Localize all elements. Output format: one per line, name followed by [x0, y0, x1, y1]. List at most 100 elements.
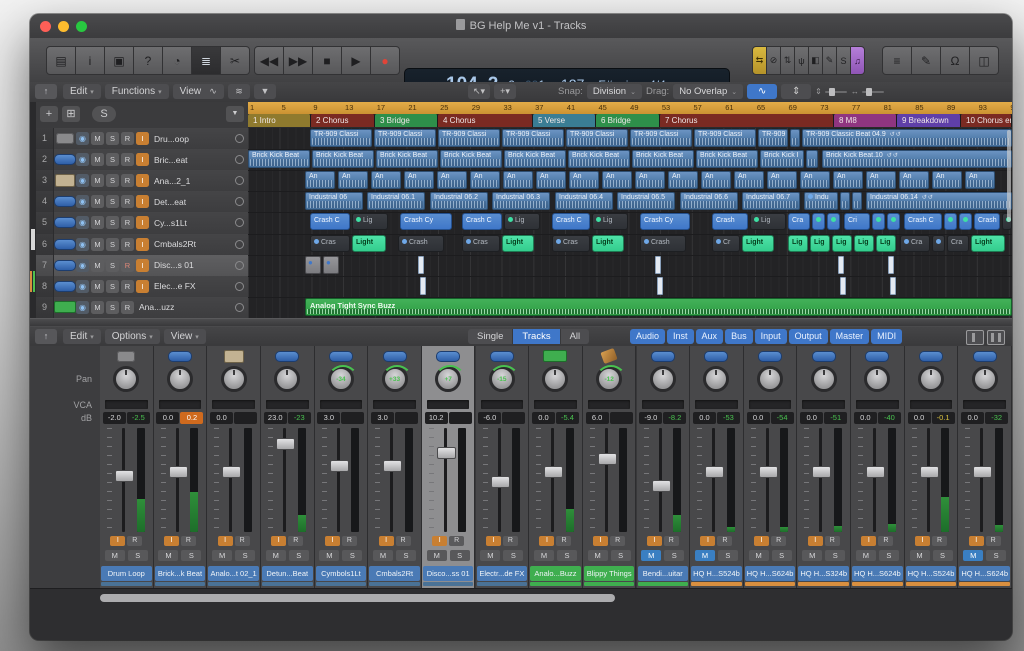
- loop-browser-button[interactable]: Ω: [941, 46, 970, 75]
- vca-slot[interactable]: [480, 400, 524, 409]
- fader-handle[interactable]: [973, 466, 993, 479]
- region[interactable]: Crash Cy: [640, 213, 690, 231]
- input-monitor-button[interactable]: I: [432, 536, 448, 546]
- inspector-button[interactable]: i: [76, 46, 105, 75]
- channel-strip[interactable]: -34 3.0 I R M S Cymbols1Lt: [314, 346, 369, 588]
- region[interactable]: TR-909 Classi: [694, 129, 756, 147]
- region[interactable]: Industrial 06.4: [555, 192, 613, 211]
- record-enable-button[interactable]: R: [127, 536, 143, 546]
- channel-strip[interactable]: 0.0 -54 I R M S HQ H...S624b: [743, 346, 798, 588]
- track-input-monitor-button[interactable]: I: [136, 279, 149, 293]
- auto-track-zoom-button[interactable]: ⇕: [781, 84, 812, 99]
- mixer-filter-tab-midi[interactable]: MIDI: [871, 329, 903, 344]
- mixer-menu-options[interactable]: Options ▾: [104, 329, 160, 344]
- solo-button[interactable]: S: [932, 550, 953, 561]
- channel-strip[interactable]: 0.0 -5.4 I R M S Analo...Buzz: [529, 346, 583, 588]
- automation-button[interactable]: ∿: [202, 84, 224, 99]
- peak-value[interactable]: [448, 412, 472, 424]
- region[interactable]: TR-909 Classic Beat 04.9 ↺↺: [802, 129, 1012, 147]
- region[interactable]: An: [866, 171, 896, 190]
- track-on-button[interactable]: ◉: [76, 195, 89, 209]
- fader-handle[interactable]: [705, 466, 725, 479]
- region[interactable]: [932, 234, 945, 252]
- region[interactable]: Cras: [552, 234, 590, 252]
- track-on-button[interactable]: ◉: [76, 153, 89, 167]
- pan-knob[interactable]: [113, 366, 140, 392]
- strip-name[interactable]: HQ H...S624b: [744, 566, 796, 581]
- dual-pane-view-icon[interactable]: [987, 330, 1005, 345]
- region[interactable]: An: [404, 171, 434, 190]
- mute-button[interactable]: M: [963, 550, 984, 561]
- track-header[interactable]: 6 ◉ M S R I Cmbals2Rt: [36, 233, 248, 256]
- record-enable-button[interactable]: R: [610, 536, 626, 546]
- region[interactable]: [790, 129, 800, 147]
- region[interactable]: [959, 213, 972, 231]
- quick-help-button[interactable]: ▣: [105, 46, 134, 75]
- fader-handle[interactable]: [651, 479, 671, 492]
- strip-name[interactable]: Cymbols1Lt: [315, 566, 367, 581]
- record-enable-button[interactable]: R: [878, 536, 894, 546]
- browsers-button[interactable]: ◫: [970, 46, 999, 75]
- channel-strip[interactable]: +7 10.2 I R M S Disco...ss 01: [421, 346, 476, 588]
- replace-button[interactable]: ⇅: [781, 46, 795, 75]
- snap-dropdown[interactable]: Division ⌄: [586, 84, 642, 99]
- pan-knob[interactable]: [703, 366, 730, 392]
- region[interactable]: TR-909 Classi: [374, 129, 436, 147]
- record-enable-button[interactable]: R: [663, 536, 679, 546]
- vca-slot[interactable]: [695, 400, 738, 409]
- smart-controls-button[interactable]: ◔: [163, 46, 192, 75]
- region[interactable]: Brick Kick Beat: [568, 150, 630, 169]
- record-enable-button[interactable]: R: [985, 536, 1001, 546]
- track-lane[interactable]: [248, 276, 1012, 298]
- record-enable-button[interactable]: R: [717, 536, 733, 546]
- volume-value[interactable]: 0.0: [531, 412, 555, 424]
- region[interactable]: Cr: [712, 234, 740, 252]
- tracks-back-button[interactable]: ↑: [35, 84, 57, 99]
- channel-strip[interactable]: +33 3.0 I R M S Cmbals2Rt: [368, 346, 422, 588]
- pan-knob[interactable]: -15: [487, 365, 520, 392]
- input-monitor-button[interactable]: I: [378, 536, 394, 546]
- track-input-monitor-button[interactable]: I: [136, 174, 149, 188]
- region[interactable]: Cra: [947, 234, 969, 252]
- mute-button[interactable]: M: [855, 550, 876, 561]
- mixer-horizontal-scrollbar[interactable]: [100, 594, 615, 602]
- peak-value[interactable]: -51: [824, 412, 848, 424]
- region[interactable]: An: [734, 171, 764, 190]
- region[interactable]: An: [569, 171, 599, 190]
- global-solo-button[interactable]: S: [92, 106, 116, 122]
- region[interactable]: Light: [971, 234, 1005, 252]
- mixer-filter-tab-bus[interactable]: Bus: [725, 329, 753, 344]
- channel-strip[interactable]: 0.0 -53 I R M S HQ H...S524b: [690, 346, 744, 588]
- region[interactable]: [890, 276, 896, 295]
- pan-knob[interactable]: [918, 366, 945, 392]
- track-on-button[interactable]: ◉: [76, 174, 89, 188]
- region[interactable]: Brick Kick Beat.10 ↺↺: [822, 150, 1012, 169]
- track-record-button[interactable]: R: [121, 153, 134, 167]
- vca-slot[interactable]: [748, 400, 792, 409]
- channel-strip[interactable]: 23.0 -23 I R M S Detun...Beat: [260, 346, 315, 588]
- fader-handle[interactable]: [812, 466, 832, 479]
- track-record-button[interactable]: R: [121, 237, 134, 251]
- track-s-button[interactable]: S: [106, 195, 119, 209]
- track-m-button[interactable]: M: [91, 132, 104, 146]
- peak-value[interactable]: -5.4: [555, 412, 579, 424]
- solo-button[interactable]: S: [825, 550, 846, 561]
- region[interactable]: Brick Kick Beat: [504, 150, 566, 169]
- region[interactable]: Lig: [810, 234, 830, 252]
- fader-handle[interactable]: [168, 466, 188, 479]
- track-lane[interactable]: Brick Kick Beat Brick Kick Beat Brick Kick…: [248, 149, 1012, 172]
- strip-name[interactable]: Bendi...uitar: [637, 566, 689, 581]
- input-monitor-button[interactable]: I: [915, 536, 931, 546]
- filter-button[interactable]: ▼: [254, 84, 276, 99]
- peak-value[interactable]: -23: [287, 412, 311, 424]
- tracks-vertical-scrollbar[interactable]: [1007, 130, 1011, 222]
- note-pads-button[interactable]: ✎: [912, 46, 941, 75]
- region[interactable]: [840, 276, 846, 295]
- fader-handle[interactable]: [275, 437, 295, 450]
- region[interactable]: TR-909 Classi: [566, 129, 628, 147]
- track-lane[interactable]: An An An An An An An An An An An An An An An An An An An An…: [248, 170, 1012, 193]
- region[interactable]: Cra: [900, 234, 930, 252]
- region[interactable]: Cra: [788, 213, 810, 231]
- list-editors-button[interactable]: ≡: [882, 46, 912, 75]
- track-record-button[interactable]: R: [121, 279, 134, 293]
